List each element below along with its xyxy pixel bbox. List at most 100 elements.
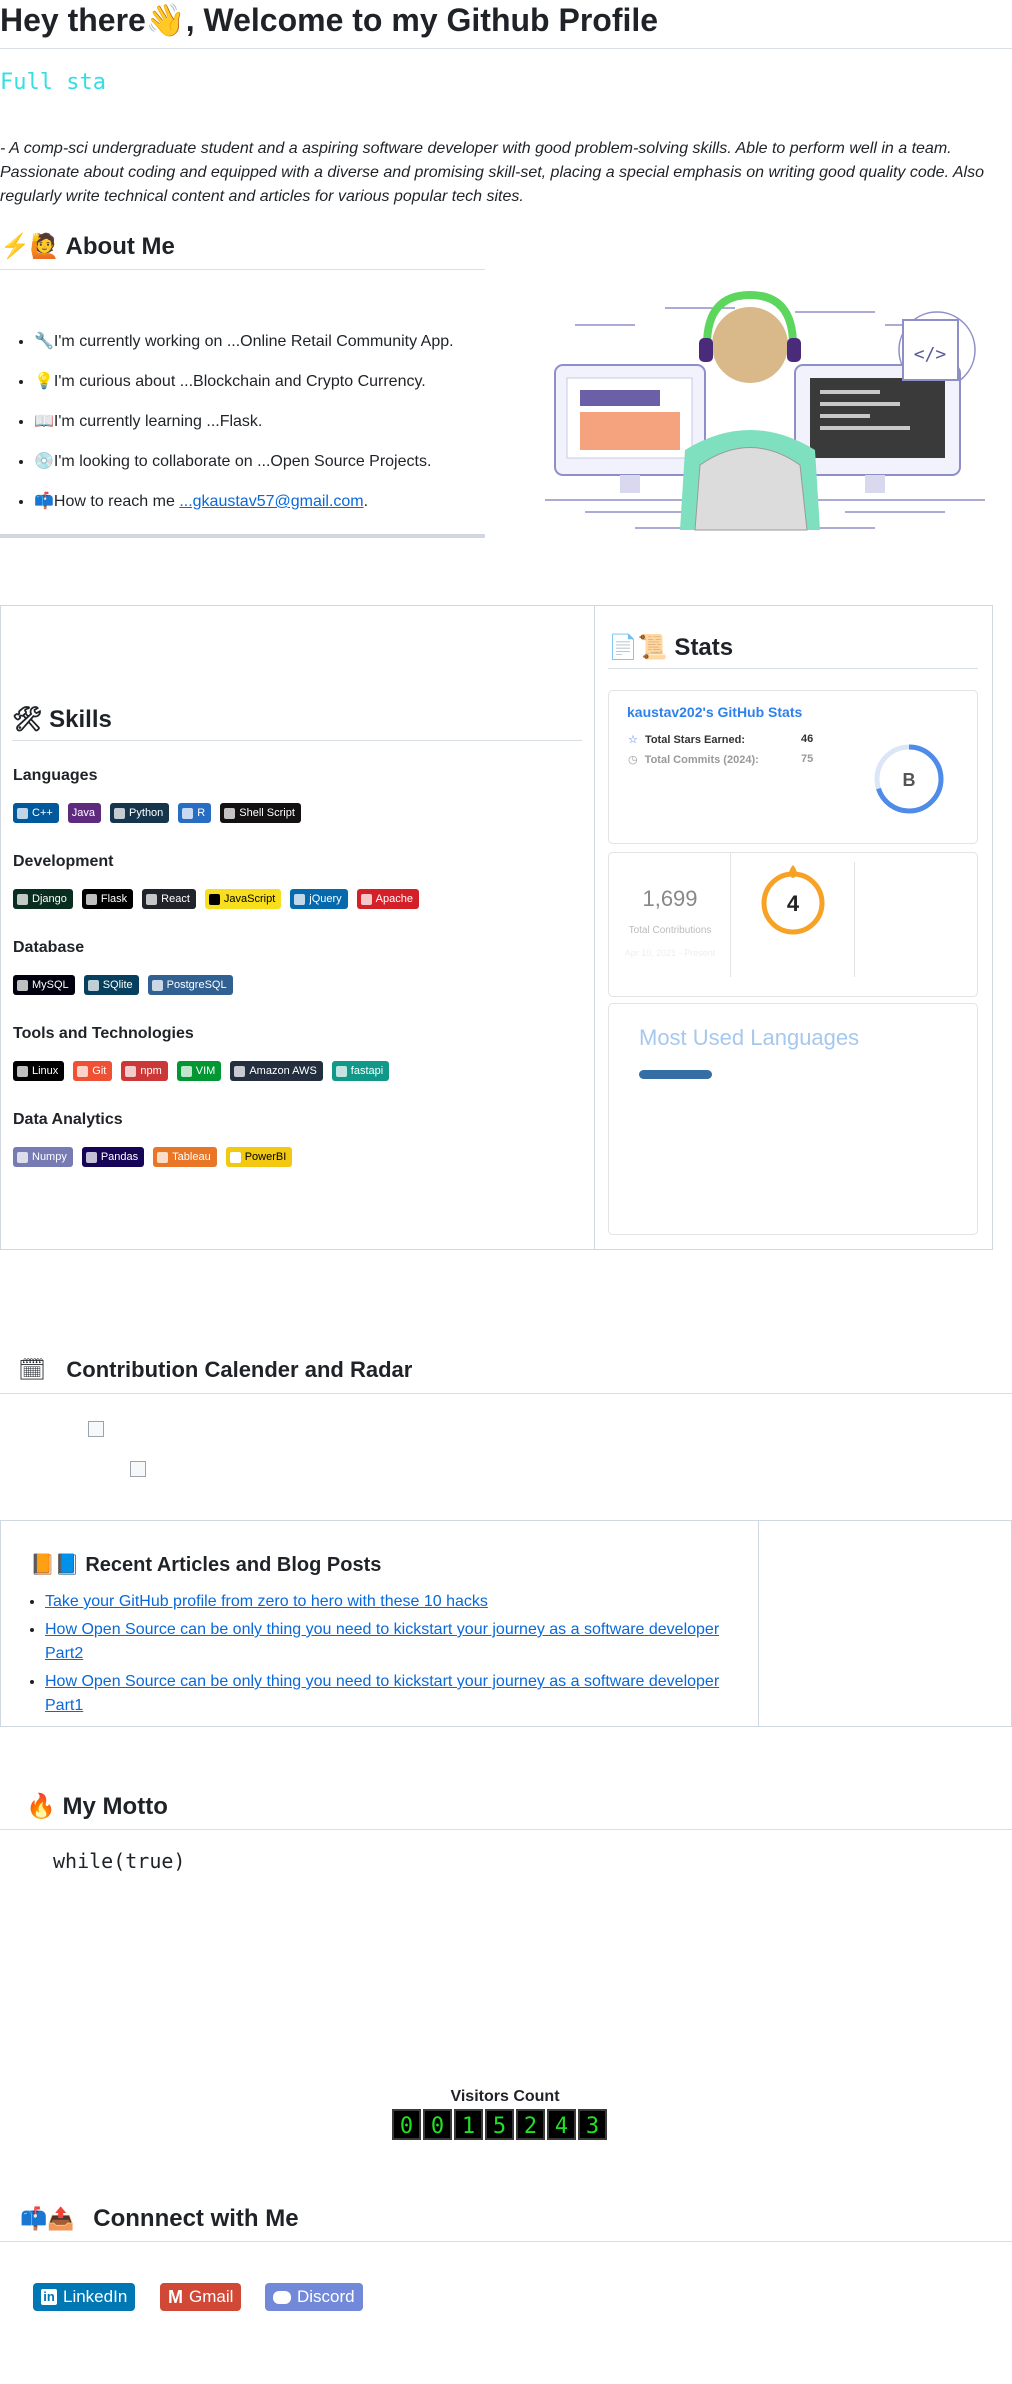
stats-card-title: kaustav202's GitHub Stats — [627, 704, 803, 720]
about-heading: ⚡🙋 About Me — [0, 232, 485, 270]
postgresql-icon — [151, 979, 163, 991]
badges-languages: C++ Java Python R Shell Script — [13, 803, 301, 823]
counter-digit: 5 — [485, 2109, 514, 2140]
badge-sqlite: SQlite — [83, 975, 139, 995]
linkedin-button[interactable]: in LinkedIn — [33, 2283, 136, 2311]
badge-cpp: C++ — [13, 803, 59, 823]
article-link[interactable]: How Open Source can be only thing you ne… — [45, 1621, 719, 1662]
languages-card-title: Most Used Languages — [639, 1025, 860, 1050]
streak-ring: 4 — [761, 865, 825, 935]
badge-git: Git — [73, 1061, 113, 1081]
r-icon — [182, 807, 194, 819]
articles-list: Take your GitHub profile from zero to he… — [0, 1590, 740, 1722]
contributions-date-range: Apr 10, 2021 - Present — [624, 948, 716, 958]
calendar-section-header: 🗓 Contribution Calender and Radar — [0, 1357, 1012, 1394]
gmail-button[interactable]: M Gmail — [160, 2283, 242, 2311]
book-icon: 📖 — [34, 413, 54, 430]
counter-digit: 0 — [392, 2109, 421, 2140]
badge-aws: Amazon AWS — [230, 1061, 323, 1081]
bulb-icon: 💡 — [34, 373, 54, 390]
counter-digit: 4 — [547, 2109, 576, 2140]
article-link[interactable]: How Open Source can be only thing you ne… — [45, 1673, 719, 1714]
skills-heading: 🛠 Skills — [12, 705, 582, 741]
flask-icon — [85, 893, 97, 905]
badge-postgresql: PostgreSQL — [147, 975, 233, 995]
mailbox-icon: 📫📤 — [20, 2206, 75, 2231]
badge-r: R — [178, 803, 212, 823]
calendar-icon: 🗓 — [18, 1357, 46, 1382]
about-item-contact: 📫How to reach me ...gkaustav57@gmail.com… — [34, 482, 485, 522]
mysql-icon — [17, 979, 28, 991]
fire-icon — [789, 865, 797, 878]
developer-illustration: </> — [545, 290, 985, 531]
calendar-heading: Contribution Calender and Radar — [66, 1357, 413, 1382]
about-item-collaborate: 💿I'm looking to collaborate on ...Open S… — [34, 442, 485, 482]
badges-tools: Linux Git npm VIM Amazon AWS fastapi — [13, 1061, 390, 1081]
git-icon — [77, 1065, 89, 1077]
cpp-icon — [17, 807, 28, 819]
powerbi-icon — [229, 1151, 241, 1163]
mailbox-icon: 📫 — [34, 493, 54, 510]
star-icon: ☆ — [628, 734, 638, 746]
counter-digit: 0 — [423, 2109, 452, 2140]
badge-linux: Linux — [13, 1061, 65, 1081]
about-item-learning: 📖I'm currently learning ...Flask. — [34, 402, 485, 442]
badge-django: Django — [13, 889, 73, 909]
aws-icon — [234, 1065, 246, 1077]
wrench-icon: 🔧 — [34, 333, 54, 350]
table-divider — [594, 605, 595, 1250]
connect-section-header: 📫📤 Connnect with Me — [0, 2205, 1012, 2242]
article-link[interactable]: Take your GitHub profile from zero to he… — [45, 1593, 488, 1610]
about-item-curious: 💡I'm curious about ...Blockchain and Cry… — [34, 362, 485, 402]
badge-python: Python — [110, 803, 170, 823]
badges-analytics: Numpy Pandas Tableau PowerBI — [13, 1147, 293, 1167]
category-database: Database — [13, 939, 85, 956]
badges-database: MySQL SQlite PostgreSQL — [13, 975, 233, 995]
badge-jquery: jQuery — [290, 889, 348, 909]
page-title: Hey there👋, Welcome to my Github Profile — [0, 0, 1012, 49]
list-item: How Open Source can be only thing you ne… — [45, 1618, 740, 1666]
badge-npm: npm — [121, 1061, 168, 1081]
fastapi-icon — [335, 1065, 347, 1077]
linkedin-icon: in — [41, 2289, 57, 2305]
motto-heading: 🔥 My Motto — [0, 1792, 1012, 1830]
npm-icon — [125, 1065, 137, 1077]
total-contributions-value: 1,699 — [642, 886, 698, 911]
category-tools: Tools and Technologies — [13, 1025, 194, 1042]
apache-icon — [360, 893, 372, 905]
typing-text: Full sta — [0, 70, 106, 95]
list-item: How Open Source can be only thing you ne… — [45, 1670, 740, 1718]
counter-digit: 3 — [578, 2109, 607, 2140]
gmail-icon: M — [168, 2286, 183, 2307]
tableau-icon — [157, 1151, 169, 1163]
stats-heading: 📄📜 Stats — [608, 633, 978, 669]
articles-heading: 📙📘 Recent Articles and Blog Posts — [30, 1554, 382, 1576]
broken-image-icon — [88, 1421, 104, 1437]
python-icon — [114, 807, 126, 819]
stats-row-commits: ◷ Total Commits (2024): 75 — [628, 753, 814, 766]
email-link[interactable]: ...gkaustav57@gmail.com — [179, 493, 363, 510]
language-progress-bar — [639, 1070, 712, 1079]
pandas-icon — [85, 1151, 97, 1163]
category-analytics: Data Analytics — [13, 1111, 123, 1128]
badge-apache: Apache — [356, 889, 419, 909]
badge-numpy: Numpy — [13, 1147, 73, 1167]
motto-code: while(true) — [53, 1849, 186, 1873]
rank-letter: B — [903, 770, 916, 790]
visitors-label: Visitors Count — [450, 2088, 560, 2105]
counter-digit: 2 — [516, 2109, 545, 2140]
badge-shell: Shell Script — [220, 803, 301, 823]
jquery-icon — [294, 893, 306, 905]
svg-text:</>: </> — [914, 344, 947, 365]
react-icon — [146, 893, 158, 905]
intro-paragraph: - A comp-sci undergraduate student and a… — [0, 140, 984, 205]
badge-javascript: JavaScript — [204, 889, 282, 909]
list-item: Take your GitHub profile from zero to he… — [45, 1590, 740, 1614]
category-languages: Languages — [13, 767, 98, 784]
clock-icon: ◷ — [628, 754, 638, 766]
badge-vim: VIM — [176, 1061, 222, 1081]
about-divider — [0, 534, 485, 538]
badge-powerbi: PowerBI — [225, 1147, 293, 1167]
discord-button[interactable]: Discord — [265, 2283, 363, 2311]
numpy-icon — [17, 1151, 28, 1163]
